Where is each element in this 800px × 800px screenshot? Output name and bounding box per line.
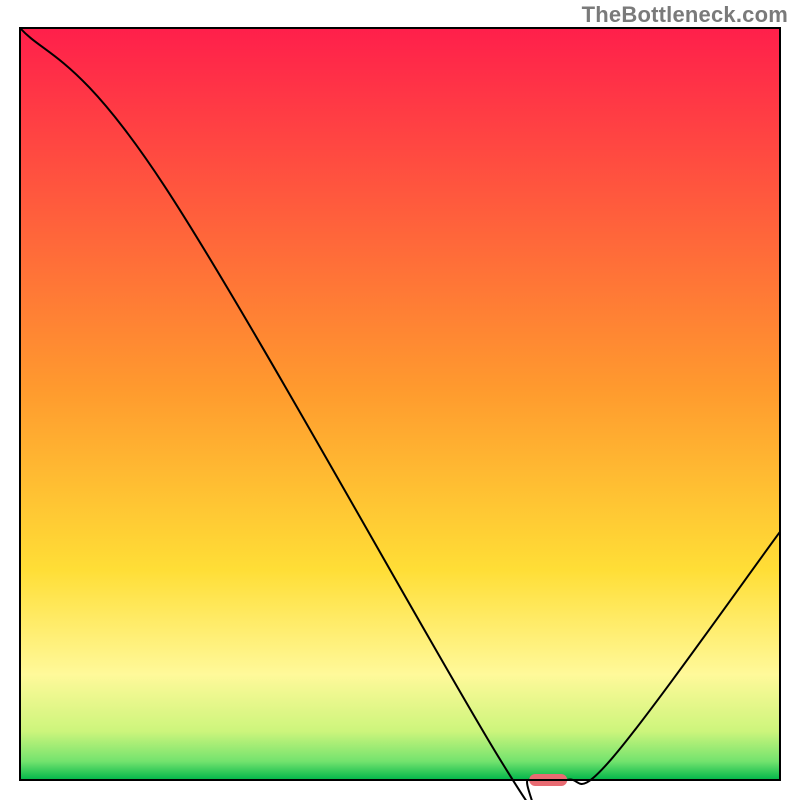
watermark-text: TheBottleneck.com xyxy=(582,2,788,28)
chart-svg xyxy=(0,0,800,800)
bottleneck-chart: TheBottleneck.com xyxy=(0,0,800,800)
